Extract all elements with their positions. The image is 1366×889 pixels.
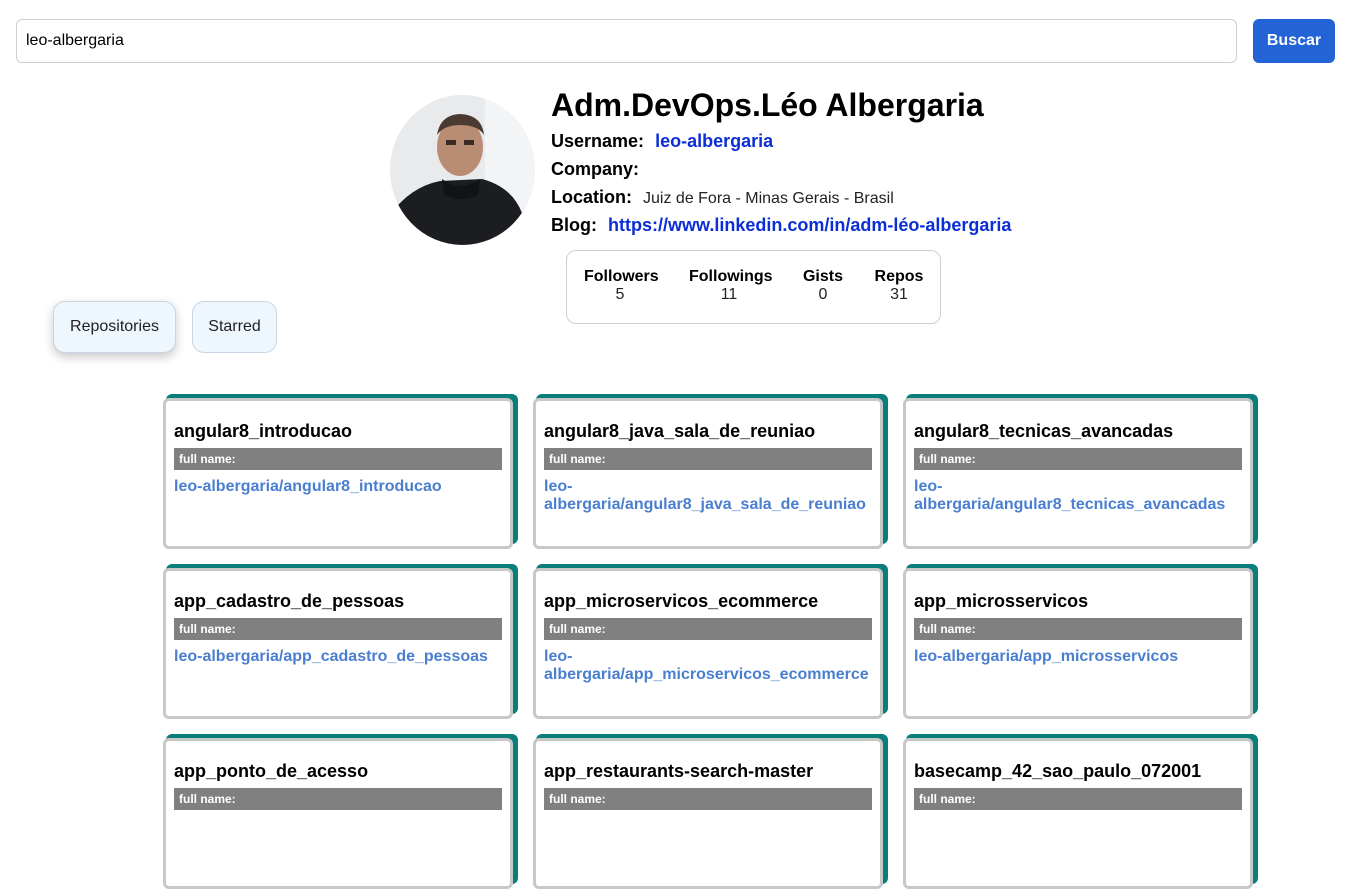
repo-grid: angular8_introducao full name: leo-alber… bbox=[163, 394, 1263, 889]
company-label: Company: bbox=[551, 159, 640, 179]
username-link[interactable]: leo-albergaria bbox=[655, 131, 773, 151]
repo-name: app_microservicos_ecommerce bbox=[544, 591, 819, 611]
tab-repositories[interactable]: Repositories bbox=[53, 301, 176, 353]
profile-name: Adm.DevOps.Léo Albergaria bbox=[551, 87, 984, 123]
repo-name: app_microsservicos bbox=[914, 591, 1089, 611]
blog-link[interactable]: https://www.linkedin.com/in/adm-léo-albe… bbox=[608, 215, 1011, 235]
full-name-label: full name: bbox=[174, 448, 502, 470]
card-body: app_microservicos_ecommerce full name: l… bbox=[533, 568, 883, 719]
repo-card[interactable]: angular8_introducao full name: leo-alber… bbox=[163, 394, 518, 549]
avatar-photo bbox=[390, 95, 535, 245]
full-name-label: full name: bbox=[544, 448, 872, 470]
repo-name: angular8_introducao bbox=[174, 421, 353, 441]
stat-followers: Followers 5 bbox=[584, 268, 659, 304]
stat-repos: Repos 31 bbox=[874, 268, 924, 304]
repo-name: app_ponto_de_acesso bbox=[174, 761, 369, 781]
search-bar: Buscar bbox=[16, 19, 1335, 63]
company-line: Company: bbox=[551, 157, 645, 181]
full-name-label: full name: bbox=[174, 788, 502, 810]
location-label: Location: bbox=[551, 187, 632, 207]
repo-card[interactable]: app_ponto_de_acesso full name: bbox=[163, 734, 518, 889]
card-body: angular8_introducao full name: leo-alber… bbox=[163, 398, 513, 549]
repo-name: angular8_tecnicas_avancadas bbox=[914, 421, 1174, 441]
repo-full-name-link[interactable]: leo-albergaria/app_microservicos_ecommer… bbox=[544, 648, 874, 684]
repo-card[interactable]: basecamp_42_sao_paulo_072001 full name: bbox=[903, 734, 1258, 889]
stat-value: 0 bbox=[818, 286, 828, 303]
repo-card[interactable]: app_microsservicos full name: leo-alberg… bbox=[903, 564, 1258, 719]
full-name-label: full name: bbox=[174, 618, 502, 640]
repo-name: app_restaurants-search-master bbox=[544, 761, 814, 781]
stat-gists: Gists 0 bbox=[801, 268, 845, 304]
stat-label: Followings bbox=[689, 268, 773, 285]
repo-full-name-link[interactable]: leo-albergaria/app_microsservicos bbox=[914, 648, 1244, 666]
blog-line: Blog: https://www.linkedin.com/in/adm-lé… bbox=[551, 213, 1011, 237]
card-body: angular8_java_sala_de_reuniao full name:… bbox=[533, 398, 883, 549]
search-input[interactable] bbox=[16, 19, 1237, 63]
card-body: app_microsservicos full name: leo-alberg… bbox=[903, 568, 1253, 719]
stat-value: 5 bbox=[615, 286, 625, 303]
avatar bbox=[390, 95, 535, 245]
blog-label: Blog: bbox=[551, 215, 597, 235]
repo-name: angular8_java_sala_de_reuniao bbox=[544, 421, 816, 441]
repo-card[interactable]: app_restaurants-search-master full name: bbox=[533, 734, 888, 889]
stat-label: Gists bbox=[802, 268, 843, 285]
card-body: app_ponto_de_acesso full name: bbox=[163, 738, 513, 889]
card-body: angular8_tecnicas_avancadas full name: l… bbox=[903, 398, 1253, 549]
repo-card[interactable]: angular8_tecnicas_avancadas full name: l… bbox=[903, 394, 1258, 549]
stat-value: 31 bbox=[890, 286, 908, 303]
repo-full-name-link[interactable]: leo-albergaria/angular8_tecnicas_avancad… bbox=[914, 478, 1244, 514]
full-name-label: full name: bbox=[914, 788, 1242, 810]
full-name-label: full name: bbox=[544, 618, 872, 640]
repo-card[interactable]: angular8_java_sala_de_reuniao full name:… bbox=[533, 394, 888, 549]
stat-followings: Followings 11 bbox=[689, 268, 773, 304]
full-name-label: full name: bbox=[914, 618, 1242, 640]
search-button[interactable]: Buscar bbox=[1253, 19, 1335, 63]
repo-full-name-link[interactable]: leo-albergaria/angular8_introducao bbox=[174, 478, 504, 496]
location-line: Location: Juiz de Fora - Minas Gerais - … bbox=[551, 185, 894, 209]
stats-box: Followers 5 Followings 11 Gists 0 Repos … bbox=[566, 250, 941, 324]
card-body: basecamp_42_sao_paulo_072001 full name: bbox=[903, 738, 1253, 889]
tab-starred[interactable]: Starred bbox=[192, 301, 277, 353]
repo-full-name-link[interactable]: leo-albergaria/app_cadastro_de_pessoas bbox=[174, 648, 504, 666]
stat-value: 11 bbox=[720, 286, 738, 303]
repo-card[interactable]: app_microservicos_ecommerce full name: l… bbox=[533, 564, 888, 719]
repo-name: basecamp_42_sao_paulo_072001 bbox=[914, 761, 1202, 781]
full-name-label: full name: bbox=[544, 788, 872, 810]
card-body: app_cadastro_de_pessoas full name: leo-a… bbox=[163, 568, 513, 719]
username-line: Username: leo-albergaria bbox=[551, 129, 773, 153]
location-value: Juiz de Fora - Minas Gerais - Brasil bbox=[643, 190, 894, 207]
username-label: Username: bbox=[551, 131, 645, 151]
repo-full-name-link[interactable]: leo-albergaria/angular8_java_sala_de_reu… bbox=[544, 478, 874, 514]
repo-card[interactable]: app_cadastro_de_pessoas full name: leo-a… bbox=[163, 564, 518, 719]
stat-label: Repos bbox=[874, 268, 924, 285]
card-body: app_restaurants-search-master full name: bbox=[533, 738, 883, 889]
full-name-label: full name: bbox=[914, 448, 1242, 470]
stat-label: Followers bbox=[584, 268, 659, 285]
repo-name: app_cadastro_de_pessoas bbox=[174, 591, 405, 611]
